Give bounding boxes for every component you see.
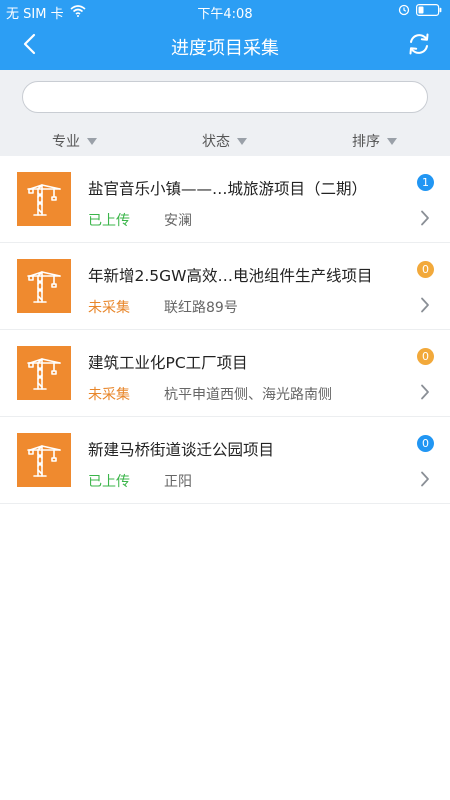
item-title: 新建马桥街道谈迁公园项目 [88, 441, 275, 459]
item-location: 正阳 [164, 474, 192, 490]
count-badge: 0 [417, 261, 434, 278]
count-badge: 0 [417, 435, 434, 452]
item-title: 建筑工业化PC工厂项目 [88, 354, 248, 372]
count-badge: 0 [417, 348, 434, 365]
item-title: 盐官音乐小镇——…城旅游项目（二期） [88, 180, 368, 198]
crane-icon [17, 346, 71, 400]
filter-status-label: 状态 [202, 134, 230, 150]
list-item[interactable]: 盐官音乐小镇——…城旅游项目（二期） 已上传 安澜 1 [0, 156, 450, 243]
chevron-right-icon [418, 469, 432, 489]
triangle-down-icon [387, 137, 397, 145]
list-item[interactable]: 新建马桥街道谈迁公园项目 已上传 正阳 0 [0, 417, 450, 504]
page-title: 进度项目采集 [171, 38, 279, 59]
item-status: 未采集 [88, 387, 130, 403]
triangle-down-icon [237, 137, 247, 145]
search-area [0, 70, 450, 126]
header: 无 SIM 卡 下午4:08 进度项目采集 [0, 0, 450, 70]
chevron-right-icon [418, 295, 432, 315]
status-time: 下午4:08 [197, 7, 253, 22]
status-right [398, 4, 442, 20]
count-badge: 1 [417, 174, 434, 191]
crane-icon [17, 172, 71, 226]
chevron-right-icon [418, 208, 432, 228]
filter-status[interactable]: 状态 [202, 131, 247, 151]
filter-sort-label: 排序 [352, 134, 380, 150]
alarm-icon [398, 4, 410, 20]
project-list: 盐官音乐小镇——…城旅游项目（二期） 已上传 安澜 1 年新增2.5GW高效…电… [0, 156, 450, 504]
item-title: 年新增2.5GW高效…电池组件生产线项目 [88, 267, 373, 285]
filter-sort[interactable]: 排序 [352, 131, 397, 151]
item-location: 杭平申道西侧、海光路南侧 [164, 387, 332, 403]
item-status: 已上传 [88, 474, 130, 490]
battery-icon [416, 4, 442, 20]
status-bar: 无 SIM 卡 下午4:08 [0, 0, 450, 22]
refresh-button[interactable] [404, 31, 434, 61]
filter-specialty-label: 专业 [52, 134, 80, 150]
nav-bar: 进度项目采集 [0, 22, 450, 70]
item-location: 安澜 [164, 213, 192, 229]
crane-icon [17, 433, 71, 487]
item-location: 联红路89号 [164, 300, 238, 316]
list-item[interactable]: 年新增2.5GW高效…电池组件生产线项目 未采集 联红路89号 0 [0, 243, 450, 330]
item-status: 已上传 [88, 213, 130, 229]
filter-specialty[interactable]: 专业 [52, 131, 97, 151]
item-status: 未采集 [88, 300, 130, 316]
crane-icon [17, 259, 71, 313]
chevron-right-icon [418, 382, 432, 402]
search-input[interactable] [22, 81, 428, 113]
list-item[interactable]: 建筑工业化PC工厂项目 未采集 杭平申道西侧、海光路南侧 0 [0, 330, 450, 417]
refresh-icon [406, 31, 432, 61]
triangle-down-icon [87, 137, 97, 145]
filter-bar: 专业 状态 排序 [0, 126, 450, 156]
